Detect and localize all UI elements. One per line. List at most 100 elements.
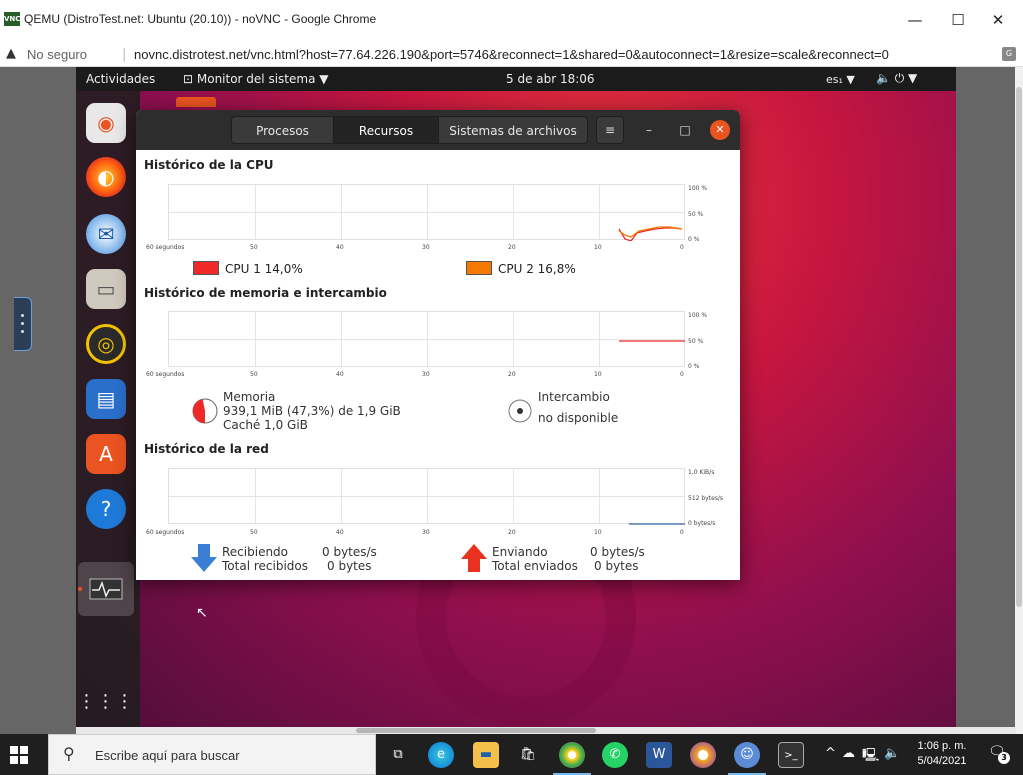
edge-icon[interactable]: e — [428, 742, 454, 768]
maximize-button[interactable]: ☐ — [938, 8, 978, 32]
sending-label: Enviando — [492, 545, 548, 559]
horizontal-scrollbar[interactable] — [76, 727, 1016, 734]
memory-pie-icon[interactable] — [192, 398, 218, 424]
maximize-window-button[interactable]: □ — [675, 120, 695, 140]
taskbar-clock[interactable]: 1:06 p. m. 5/04/2021 — [912, 739, 972, 769]
swap-pie-icon[interactable] — [508, 399, 532, 423]
url-text[interactable]: novnc.distrotest.net/vnc.html?host=77.64… — [134, 47, 889, 62]
network-icon[interactable]: 🖳 — [862, 746, 879, 768]
gnome-top-bar: Actividades ⊡ Monitor del sistema ▼ 5 de… — [76, 67, 956, 91]
not-secure-label[interactable]: No seguro — [27, 47, 87, 62]
x-tick: 10 — [594, 371, 602, 378]
vertical-scrollbar[interactable] — [1015, 67, 1023, 734]
x-tick: 30 — [422, 244, 430, 251]
user-app-icon[interactable]: ☺ — [734, 742, 760, 768]
total-received-label: Total recibidos — [222, 559, 308, 573]
desktop-folder-icon[interactable] — [176, 97, 216, 107]
windows-start-icon[interactable] — [10, 746, 28, 764]
total-sent-label: Total enviados — [492, 559, 578, 573]
total-received-value: 0 bytes — [327, 559, 372, 573]
ubuntu-installer-icon[interactable]: ◉ — [86, 103, 126, 143]
network-history-title: Histórico de la red — [144, 442, 269, 456]
x-tick: 0 — [680, 244, 684, 251]
network-y-label: 1,0 KiB/s — [688, 469, 715, 476]
memory-label: Memoria — [223, 390, 276, 404]
window-title: QEMU (DistroTest.net: Ubuntu (20.10)) - … — [24, 12, 377, 26]
cpu-graph-lines — [618, 226, 683, 241]
monitor-app-icon: ⊡ — [183, 72, 197, 86]
clock[interactable]: 5 de abr 18:06 — [506, 72, 595, 86]
language-selector[interactable]: es₁ ▼ — [826, 73, 855, 86]
x-tick: 60 segundos — [146, 244, 185, 251]
ubuntu-dock: ◉ ◐ ✉ ▭ ◎ ▤ A ? ⋮⋮⋮ — [76, 91, 140, 727]
system-menu[interactable]: 🔈 ⏻ ▼ — [876, 71, 917, 86]
activities-button[interactable]: Actividades — [86, 72, 155, 86]
file-explorer-icon[interactable]: ▬ — [473, 742, 499, 768]
search-placeholder: Escribe aquí para buscar — [95, 748, 240, 763]
volume-icon[interactable]: 🔈 — [884, 746, 900, 761]
minimize-button[interactable]: — — [895, 8, 935, 32]
store-icon[interactable]: 🛍 — [515, 742, 541, 768]
cpu-graph — [168, 184, 685, 241]
app-menu[interactable]: ⊡ Monitor del sistema ▼ — [183, 72, 328, 86]
thunderbird-icon[interactable]: ✉ — [86, 214, 126, 254]
rhythmbox-icon[interactable]: ◎ — [86, 324, 126, 364]
warning-icon[interactable]: ▲ — [6, 46, 16, 61]
notifications-icon[interactable]: 🗨 3 — [988, 744, 1010, 764]
x-tick: 50 — [250, 371, 258, 378]
task-view-icon[interactable]: ⧉ — [385, 742, 411, 768]
memory-y-label: 50 % — [688, 338, 704, 345]
translate-icon[interactable]: G — [1002, 47, 1016, 61]
whatsapp-icon[interactable]: ✆ — [602, 742, 628, 768]
word-icon[interactable]: W — [646, 742, 672, 768]
memory-cache: Caché 1,0 GiB — [223, 418, 308, 432]
sending-arrow-icon[interactable] — [461, 544, 487, 572]
cpu1-color-button[interactable] — [193, 261, 219, 275]
onedrive-icon[interactable]: ☁ — [842, 746, 855, 761]
mouse-cursor-icon: ↖ — [196, 605, 208, 621]
libreoffice-writer-icon[interactable]: ▤ — [86, 379, 126, 419]
swap-value: no disponible — [538, 411, 619, 425]
scrollbar-thumb[interactable] — [1016, 87, 1022, 607]
close-button[interactable]: ✕ — [978, 8, 1018, 32]
tab-procesos[interactable]: Procesos — [231, 116, 334, 144]
header-bar: Procesos Recursos Sistemas de archivos ≡… — [136, 110, 740, 150]
x-tick: 40 — [336, 371, 344, 378]
memory-value: 939,1 MiB (47,3%) de 1,9 GiB — [223, 404, 401, 418]
swap-label: Intercambio — [538, 390, 610, 404]
receiving-label: Recibiendo — [222, 545, 289, 559]
address-bar[interactable]: ▲ No seguro | novnc.distrotest.net/vnc.h… — [0, 43, 1023, 67]
hamburger-menu-icon[interactable]: ≡ — [596, 116, 624, 144]
system-monitor-window: Procesos Recursos Sistemas de archivos ≡… — [136, 110, 740, 580]
firefox-icon[interactable]: ◐ — [86, 157, 126, 197]
receiving-value: 0 bytes/s — [322, 545, 377, 559]
network-y-label: 512 bytes/s — [688, 495, 724, 502]
x-tick: 10 — [594, 244, 602, 251]
minimize-window-button[interactable]: – — [639, 120, 659, 140]
cpu2-color-button[interactable] — [466, 261, 492, 275]
cpu-y-label: 0 % — [688, 236, 700, 243]
close-window-button[interactable]: ✕ — [710, 120, 730, 140]
software-center-icon[interactable]: A — [86, 434, 126, 474]
hscrollbar-thumb[interactable] — [356, 728, 596, 733]
x-tick: 40 — [336, 244, 344, 251]
system-monitor-dock-item[interactable] — [78, 562, 134, 616]
system-monitor-icon — [89, 578, 123, 600]
x-tick: 50 — [250, 529, 258, 536]
running-indicator — [78, 587, 82, 591]
help-icon[interactable]: ? — [86, 489, 126, 529]
receiving-arrow-icon[interactable] — [191, 544, 217, 572]
tab-sistemas-de-archivos[interactable]: Sistemas de archivos — [438, 116, 588, 144]
terminal-icon[interactable]: >_ — [778, 742, 804, 768]
tray-overflow-icon[interactable]: ^ — [825, 746, 836, 761]
taskbar-search-box[interactable]: ⚲ Escribe aquí para buscar — [48, 734, 376, 775]
chrome-icon[interactable]: • — [559, 742, 585, 768]
firefox-taskbar-icon[interactable]: • — [690, 742, 716, 768]
files-icon[interactable]: ▭ — [86, 269, 126, 309]
tab-recursos[interactable]: Recursos — [333, 116, 439, 144]
show-applications-icon[interactable]: ⋮⋮⋮ — [78, 681, 134, 721]
memory-graph — [168, 311, 685, 367]
novnc-control-handle[interactable] — [14, 297, 32, 351]
x-tick: 40 — [336, 529, 344, 536]
x-tick: 20 — [508, 529, 516, 536]
